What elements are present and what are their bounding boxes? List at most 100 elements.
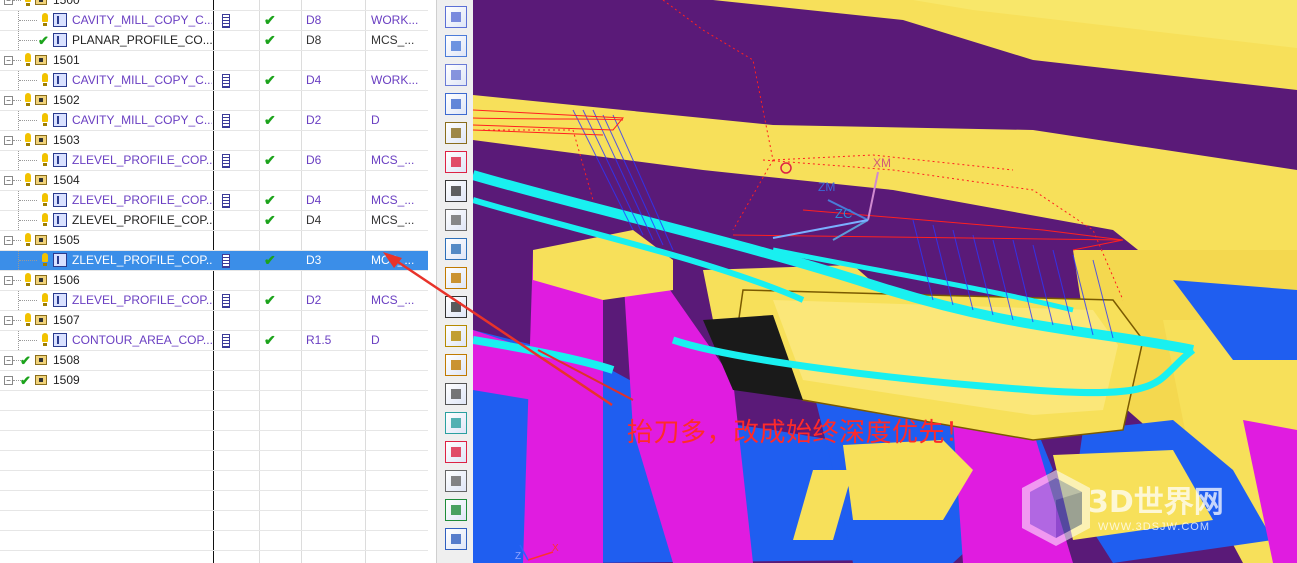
operation-row[interactable]: ✔ PLANAR_PROFILE_CO... ✔ D8 MCS_... — [0, 31, 428, 51]
tool-cell: D8 — [306, 13, 322, 27]
text-icon[interactable] — [445, 296, 467, 318]
group-label: 1502 — [53, 93, 80, 107]
status-bulb-icon — [25, 173, 31, 186]
group-label: 1507 — [53, 313, 80, 327]
geometry-cell — [366, 0, 428, 10]
empty-row — [0, 471, 428, 491]
collapse-toggle-icon[interactable]: − — [4, 0, 13, 5]
path-cell — [214, 351, 258, 370]
name-cell: ZLEVEL_PROFILE_COP... — [0, 211, 212, 230]
geometry-cell: MCS_... — [371, 153, 415, 167]
program-group-row[interactable]: − 1503 — [0, 131, 428, 151]
program-group-row[interactable]: − 1502 — [0, 91, 428, 111]
collapse-toggle-icon[interactable]: − — [4, 236, 13, 245]
printer-icon[interactable] — [445, 470, 467, 492]
save-tool-icon[interactable] — [445, 238, 467, 260]
move-op-icon[interactable] — [445, 93, 467, 115]
operation-label: ZLEVEL_PROFILE_COP... — [72, 193, 212, 207]
op-library-icon[interactable] — [445, 209, 467, 231]
tool-path-icon-glyph — [451, 41, 461, 51]
status-bulb-icon — [42, 73, 48, 86]
operation-row[interactable]: CAVITY_MILL_COPY_C... ✔ D2 D — [0, 111, 428, 131]
name-cell: CONTOUR_AREA_COP... — [0, 331, 212, 350]
status-bulb-icon — [42, 153, 48, 166]
program-group-row[interactable]: − 1507 — [0, 311, 428, 331]
flatten-icon[interactable] — [445, 354, 467, 376]
name-cell: − ✔ 1508 — [0, 351, 212, 370]
tool-path-icon[interactable] — [445, 35, 467, 57]
program-group-row[interactable]: − ✔ 1508 — [0, 351, 428, 371]
collapse-toggle-icon[interactable]: − — [4, 176, 13, 185]
collapse-toggle-icon[interactable]: − — [4, 56, 13, 65]
program-group-row[interactable]: − 1504 — [0, 171, 428, 191]
operation-label: CONTOUR_AREA_COP... — [72, 333, 212, 347]
gouge-check-icon[interactable] — [445, 151, 467, 173]
operation-row[interactable]: ZLEVEL_PROFILE_COP... ✔ D4 MCS_... — [0, 191, 428, 211]
swap-icon-glyph — [451, 505, 461, 515]
name-cell: − 1500 — [0, 0, 212, 10]
empty-row — [0, 391, 428, 411]
operation-row[interactable]: ZLEVEL_PROFILE_COP... ✔ D4 MCS_... — [0, 211, 428, 231]
program-group-row[interactable]: − 1500 — [0, 0, 428, 11]
copy-op-icon[interactable] — [445, 64, 467, 86]
collapse-toggle-icon[interactable]: − — [4, 316, 13, 325]
path-cell — [214, 331, 258, 350]
geometry-cell: MCS_... — [371, 253, 415, 267]
collapse-toggle-icon[interactable]: − — [4, 136, 13, 145]
geometry-cell: WORK... — [371, 73, 419, 87]
program-group-row[interactable]: − 1501 — [0, 51, 428, 71]
tool-holder-icon[interactable] — [445, 122, 467, 144]
page-icon[interactable] — [445, 383, 467, 405]
empty-row — [0, 531, 428, 551]
collapse-toggle-icon[interactable]: − — [4, 96, 13, 105]
operation-navigator: − 1500 CAVITY_MILL_COPY_C... ✔ D8 WORK... ✔ PLA… — [0, 0, 428, 563]
geometry-cell: MCS_... — [371, 193, 415, 207]
generate-cell — [260, 0, 300, 10]
operation-row[interactable]: ZLEVEL_PROFILE_COP... ✔ D6 MCS_... — [0, 151, 428, 171]
operation-row[interactable]: CAVITY_MILL_COPY_C... ✔ D8 WORK... — [0, 11, 428, 31]
status-bulb-icon — [42, 113, 48, 126]
group-label: 1501 — [53, 53, 80, 67]
filter-icon-glyph — [451, 12, 461, 22]
toolpath-icon — [222, 334, 230, 348]
tree-connector — [13, 100, 21, 101]
program-group-row[interactable]: − ✔ 1509 — [0, 371, 428, 391]
copy-op-icon-glyph — [451, 70, 461, 80]
tree-connector — [13, 320, 21, 321]
name-cell: ZLEVEL_PROFILE_COP... — [0, 191, 212, 210]
empty-row — [0, 551, 428, 563]
collapse-toggle-icon[interactable]: − — [4, 276, 13, 285]
swap-icon[interactable] — [445, 499, 467, 521]
generated-check-icon: ✔ — [264, 32, 276, 48]
operation-type-icon — [53, 333, 67, 347]
tool-cell: D4 — [306, 213, 322, 227]
tool-edit-icon[interactable] — [445, 325, 467, 347]
operation-row[interactable]: CAVITY_MILL_COPY_C... ✔ D4 WORK... — [0, 71, 428, 91]
postprocess-icon[interactable] — [445, 180, 467, 202]
geometry-cell — [366, 91, 428, 110]
status-bulb-icon — [42, 213, 48, 226]
tree-connector — [19, 260, 37, 261]
toolpath-icon — [222, 114, 230, 128]
collapse-toggle-icon[interactable]: − — [4, 376, 13, 385]
filter-icon[interactable] — [445, 6, 467, 28]
region-icon[interactable] — [445, 412, 467, 434]
operation-type-icon — [53, 293, 67, 307]
gouge-check-icon-glyph — [451, 157, 461, 167]
operation-row[interactable]: ZLEVEL_PROFILE_COP... ✔ D2 MCS_... — [0, 291, 428, 311]
zm-axis-label: ZM — [818, 180, 836, 194]
tree-connector — [13, 180, 21, 181]
operation-row[interactable]: ZLEVEL_PROFILE_COP... ✔ D3 MCS_... — [0, 251, 428, 271]
operation-type-icon — [53, 193, 67, 207]
generated-check-icon: ✔ — [264, 152, 276, 168]
tree-connector — [19, 80, 37, 81]
program-group-row[interactable]: − 1506 — [0, 271, 428, 291]
program-group-row[interactable]: − 1505 — [0, 231, 428, 251]
name-cell: − 1501 — [0, 51, 212, 70]
sequence-icon[interactable] — [445, 441, 467, 463]
collapse-toggle-icon[interactable]: − — [4, 356, 13, 365]
operation-row[interactable]: CONTOUR_AREA_COP... ✔ R1.5 D — [0, 331, 428, 351]
xm-axis-label: XM — [873, 156, 891, 170]
stack-icon[interactable] — [445, 528, 467, 550]
verify-icon[interactable] — [445, 267, 467, 289]
